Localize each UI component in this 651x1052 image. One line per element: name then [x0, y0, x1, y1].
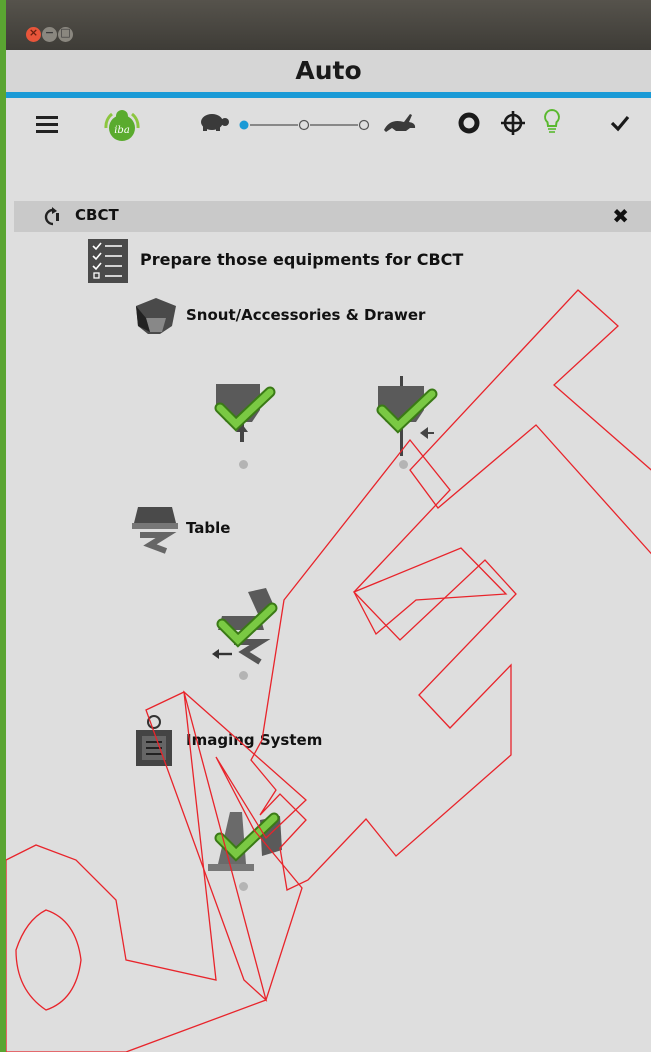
group-label-snout: Snout/Accessories & Drawer [186, 306, 426, 324]
window-title: Auto [295, 56, 362, 85]
toolbar: iba [6, 98, 651, 158]
group-label-imaging: Imaging System [186, 731, 323, 749]
ring-icon[interactable] [458, 112, 480, 134]
iba-logo-icon: iba [104, 110, 140, 141]
table-position-status-icon[interactable] [210, 586, 280, 668]
window-close-button[interactable]: × [26, 26, 41, 42]
section-title: CBCT [75, 206, 119, 224]
status-dot [239, 882, 248, 891]
rabbit-icon[interactable] [382, 110, 418, 134]
table-icon [132, 507, 178, 554]
header-bar: Auto [6, 50, 651, 98]
window-maximize-button[interactable]: □ [58, 26, 73, 42]
lightbulb-icon[interactable] [542, 108, 562, 138]
group-label-table: Table [186, 519, 231, 537]
imaging-position-status-icon[interactable] [202, 804, 286, 876]
speed-step-2 [298, 119, 310, 131]
rotate-icon [44, 207, 59, 226]
snout-icon [136, 298, 176, 334]
imaging-system-icon [136, 715, 172, 766]
svg-text:iba: iba [114, 125, 130, 136]
speed-slider[interactable] [238, 117, 378, 133]
application-window: × − □ Auto iba CBCT ✖ Prepare those equi… [6, 0, 651, 1052]
hamburger-icon[interactable] [36, 116, 58, 134]
status-dot [239, 671, 248, 680]
crosshair-icon[interactable] [500, 110, 526, 136]
title-bar: × − □ [6, 0, 651, 50]
snout-centered-status-icon[interactable] [372, 376, 438, 456]
status-dot [399, 460, 408, 469]
turtle-icon[interactable] [196, 112, 232, 132]
checklist-title: Prepare those equipments for CBCT [140, 250, 464, 269]
speed-step-1 [239, 120, 249, 130]
section-header-cbct: CBCT ✖ [14, 201, 651, 232]
status-dot [239, 460, 248, 469]
section-close-button[interactable]: ✖ [612, 204, 629, 228]
checklist-icon [88, 239, 128, 283]
snout-retracted-status-icon[interactable] [212, 380, 278, 446]
checkmark-icon[interactable] [610, 114, 630, 132]
speed-step-3 [358, 119, 370, 131]
window-minimize-button[interactable]: − [42, 26, 57, 42]
